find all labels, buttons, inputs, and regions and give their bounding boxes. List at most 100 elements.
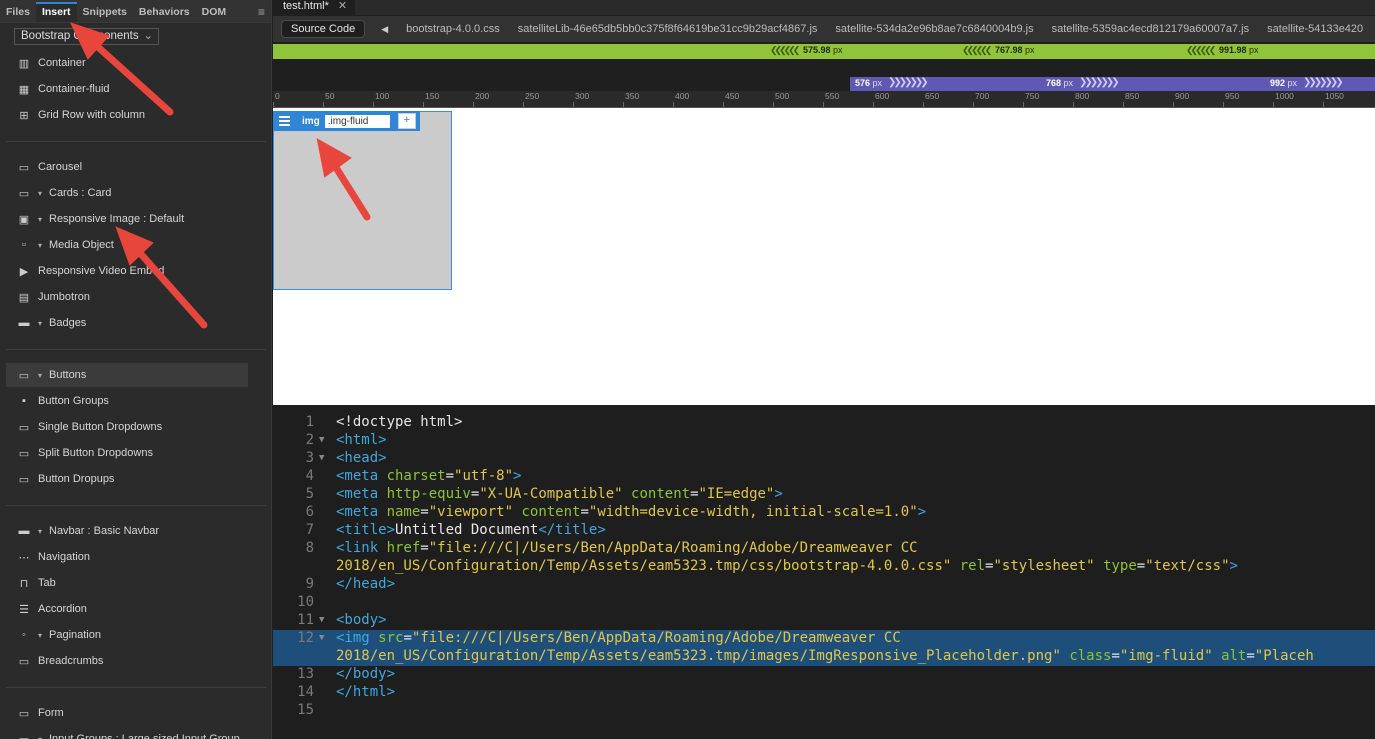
ruler-tick bbox=[1273, 102, 1274, 107]
code-view[interactable]: 1 <!doctype html> 2 ▼ <html> 3 ▼ <head> 4 <meta c… bbox=[273, 406, 1375, 739]
input-group-icon: ▭ bbox=[16, 733, 32, 739]
expand-arrow-icon[interactable]: ▾ bbox=[38, 189, 47, 198]
code-line[interactable]: 10 bbox=[273, 594, 1375, 612]
tab-behaviors[interactable]: Behaviors bbox=[133, 3, 196, 22]
insert-item-split-button-dropdowns[interactable]: ▭ Split Button Dropdowns bbox=[6, 441, 248, 465]
insert-item-navigation[interactable]: ⋯ Navigation bbox=[6, 545, 248, 569]
fold-toggle-icon[interactable]: ▼ bbox=[319, 633, 324, 643]
insert-item-label: Responsive Video Embed bbox=[38, 265, 165, 277]
insert-item-button-groups[interactable]: ▪ Button Groups bbox=[6, 389, 248, 413]
code-line[interactable]: 4 <meta charset="utf-8"> bbox=[273, 468, 1375, 486]
insert-item-input-groups-large-sized-input-group[interactable]: ▭ ▾Input Groups : Large sized Input Group bbox=[6, 727, 248, 739]
code-line[interactable]: 1 <!doctype html> bbox=[273, 414, 1375, 432]
image-placeholder[interactable] bbox=[273, 111, 452, 290]
mq-max-label-2: 767.98 px bbox=[995, 45, 1035, 55]
previous-file-icon[interactable]: ◀ bbox=[381, 24, 388, 35]
insert-item-label: Responsive Image : Default bbox=[49, 213, 185, 225]
insert-item-container[interactable]: ▥ Container bbox=[6, 51, 248, 75]
insert-item-label: Navbar : Basic Navbar bbox=[49, 525, 160, 537]
insert-item-single-button-dropdowns[interactable]: ▭ Single Button Dropdowns bbox=[6, 415, 248, 439]
ruler-tick bbox=[1223, 102, 1224, 107]
code-line[interactable]: 11 ▼ <body> bbox=[273, 612, 1375, 630]
add-class-button[interactable]: + bbox=[397, 113, 416, 129]
code-line[interactable]: 6 <meta name="viewport" content="width=de… bbox=[273, 504, 1375, 522]
expand-arrow-icon[interactable]: ▾ bbox=[38, 319, 47, 328]
image-icon: ▣ bbox=[18, 213, 30, 226]
insert-item-jumbotron[interactable]: ▤ Jumbotron bbox=[6, 285, 248, 309]
code-text: <img src="file:///C|/Users/Ben/AppData/R… bbox=[336, 630, 901, 646]
related-file[interactable]: satellite-5359ac4ecd812179a60007a7.js bbox=[1052, 23, 1250, 35]
fold-toggle-icon[interactable]: ▼ bbox=[319, 435, 324, 445]
fold-toggle-icon[interactable]: ▼ bbox=[319, 453, 324, 463]
code-line[interactable]: 3 ▼ <head> bbox=[273, 450, 1375, 468]
tab-snippets[interactable]: Snippets bbox=[77, 3, 133, 22]
source-code-button[interactable]: Source Code bbox=[281, 20, 366, 38]
code-line[interactable]: 14 </html> bbox=[273, 684, 1375, 702]
related-file[interactable]: satelliteLib-46e65db5bb0c375f8f64619be31… bbox=[518, 23, 818, 35]
code-text: <!doctype html> bbox=[336, 414, 462, 430]
related-file[interactable]: satellite-54133e420 bbox=[1267, 23, 1363, 35]
expand-arrow-icon[interactable]: ▾ bbox=[38, 527, 47, 536]
insert-item-pagination[interactable]: ◦ ▾ Pagination bbox=[6, 623, 248, 647]
expand-arrow-icon[interactable]: ▾ bbox=[38, 371, 47, 380]
insert-item-responsive-video-embed[interactable]: ▶ Responsive Video Embed bbox=[6, 259, 248, 283]
code-token: "utf-8" bbox=[454, 468, 514, 484]
code-token: 2018/en_US/Configuration/Temp/Assets/eam… bbox=[336, 648, 1061, 664]
close-icon[interactable]: ✕ bbox=[338, 0, 347, 12]
code-line[interactable]: 13 </body> bbox=[273, 666, 1375, 684]
code-line[interactable]: 2018/en_US/Configuration/Temp/Assets/eam… bbox=[273, 558, 1375, 576]
class-field[interactable]: .img-fluid bbox=[324, 114, 390, 128]
code-text: 2018/en_US/Configuration/Temp/Assets/eam… bbox=[336, 648, 1314, 664]
expand-arrow-icon[interactable]: ▾ bbox=[38, 735, 47, 739]
code-line[interactable]: 9 </head> bbox=[273, 576, 1375, 594]
insert-item-media-object[interactable]: ▫ ▾ Media Object bbox=[6, 233, 248, 257]
insert-item-form[interactable]: ▭ Form bbox=[6, 701, 248, 725]
element-hud[interactable]: img .img-fluid + bbox=[273, 111, 420, 131]
max-width-media-query-bar[interactable]: ❮❮❮❮❮❮ 575.98 px ❮❮❮❮❮❮ 767.98 px ❮❮❮❮❮❮… bbox=[273, 44, 1375, 59]
related-file[interactable]: satellite-534da2e96b8ae7c6840004b9.js bbox=[835, 23, 1033, 35]
code-line[interactable]: 5 <meta http-equiv = "X-UA-Compatible" cont… bbox=[273, 486, 1375, 504]
insert-item-accordion[interactable]: ☰ Accordion bbox=[6, 597, 248, 621]
code-line[interactable]: 15 bbox=[273, 702, 1375, 720]
ruler-tick-label: 1050 bbox=[1325, 91, 1344, 101]
code-token: name bbox=[386, 504, 421, 520]
expand-arrow-icon[interactable]: ▾ bbox=[38, 215, 47, 224]
min-width-media-query-bar[interactable]: 576 px ❯❯❯❯❯❯❯ 768 px ❯❯❯❯❯❯❯ 992 px ❯❯❯… bbox=[850, 77, 1375, 91]
document-tab[interactable]: test.html* ✕ bbox=[273, 0, 356, 15]
insert-item-tab[interactable]: ⊓ Tab bbox=[6, 571, 248, 595]
fold-toggle-icon[interactable]: ▼ bbox=[319, 615, 324, 625]
expand-arrow-icon[interactable]: ▾ bbox=[38, 241, 47, 250]
insert-item-label: Accordion bbox=[38, 603, 87, 615]
button-groups-icon: ▪ bbox=[22, 395, 26, 407]
code-line[interactable]: 8 <link href="file:///C|/Users/Ben/AppDat… bbox=[273, 540, 1375, 558]
insert-item-responsive-image-default[interactable]: ▣ ▾ Responsive Image : Default bbox=[6, 207, 248, 231]
insert-item-button-dropups[interactable]: ▭ Button Dropups bbox=[6, 467, 248, 491]
code-token: href bbox=[386, 540, 421, 556]
insert-item-breadcrumbs[interactable]: ▭ Breadcrumbs bbox=[6, 649, 248, 673]
hamburger-menu-icon[interactable] bbox=[273, 111, 295, 131]
tab-insert[interactable]: Insert bbox=[35, 2, 77, 22]
tab-dom[interactable]: DOM bbox=[196, 3, 233, 22]
insert-item-container-fluid[interactable]: ▦ Container-fluid bbox=[6, 77, 248, 101]
panel-menu-icon[interactable]: ≡ bbox=[258, 5, 265, 19]
insert-item-buttons[interactable]: ▭ ▾ Buttons bbox=[6, 363, 248, 387]
insert-item-cards-card[interactable]: ▭ ▾ Cards : Card bbox=[6, 181, 248, 205]
code-line[interactable]: 2018/en_US/Configuration/Temp/Assets/eam… bbox=[273, 648, 1375, 666]
ruler-tick bbox=[423, 102, 424, 107]
code-line[interactable]: 7 <title>Untitled Document</title> bbox=[273, 522, 1375, 540]
category-dropdown[interactable]: Bootstrap Components ⌄ bbox=[14, 28, 159, 45]
design-view[interactable]: img .img-fluid + bbox=[273, 108, 1375, 405]
insert-item-carousel[interactable]: ▭ Carousel bbox=[6, 155, 248, 179]
code-line[interactable]: 12 ▼ <img src="file:///C|/Users/Ben/AppDat… bbox=[273, 630, 1375, 648]
tab-files[interactable]: Files bbox=[0, 3, 36, 22]
insert-item-navbar-basic-navbar[interactable]: ▬ ▾ Navbar : Basic Navbar bbox=[6, 519, 248, 543]
expand-arrow-icon[interactable]: ▾ bbox=[38, 631, 47, 640]
code-token: <head> bbox=[336, 450, 387, 466]
navbar-icon: ▬ bbox=[18, 525, 30, 537]
ruler-tick-label: 1000 bbox=[1275, 91, 1294, 101]
insert-item-grid-row-with-column[interactable]: ⊞ Grid Row with column bbox=[6, 103, 248, 127]
related-file[interactable]: bootstrap-4.0.0.css bbox=[406, 23, 500, 35]
chevrons-right-icon: ❯❯❯❯❯❯❯ bbox=[888, 77, 929, 88]
code-line[interactable]: 2 ▼ <html> bbox=[273, 432, 1375, 450]
insert-item-badges[interactable]: ▬ ▾ Badges bbox=[6, 311, 248, 335]
